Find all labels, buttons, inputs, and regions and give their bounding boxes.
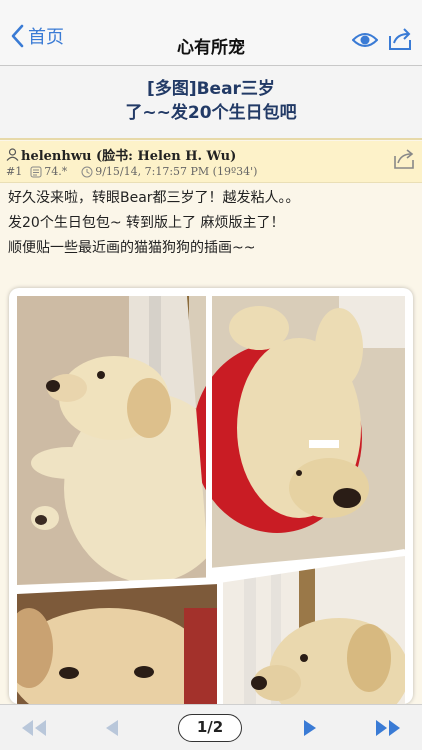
post-sub-row: #1 74.* 9/15/14, 7:17:57 PM (19º34') [6,165,261,178]
last-page-icon[interactable] [374,719,402,737]
post-timestamp: 9/15/14, 7:17:57 PM (19º34') [95,165,258,178]
photo-collage[interactable] [9,288,413,704]
post-line: 好久没来啦，转眼Bear都三岁了！越发粘人。。 [8,190,300,206]
topic-title-line1: [多图]Bear三岁 [147,79,275,99]
share-icon[interactable] [387,26,413,52]
next-page-icon[interactable] [302,719,318,737]
first-page-icon[interactable] [20,719,48,737]
topic-header: [多图]Bear三岁 了~~发20个生日包吧 [0,66,422,140]
dog-photo-2 [187,296,405,568]
post-share-icon[interactable] [392,147,416,171]
bottom-toolbar: 1/2 [0,704,422,750]
navigation-bar: 首页 心有所宠 [0,0,422,66]
clock-icon [81,166,93,177]
floor-number: #1 [6,165,23,178]
collage-image [16,296,406,704]
post-line: 顺便贴一些最近画的猫猫狗狗的插画~~ [8,240,256,256]
post-line: 发20个生日包包~ 转到版上了 麻烦版主了！ [8,215,285,231]
eye-icon[interactable] [352,30,378,50]
previous-page-icon[interactable] [104,719,120,737]
user-icon [6,148,19,161]
ip-address: 74.* [44,165,68,178]
post-body: 好久没来啦，转眼Bear都三岁了！越发粘人。。 发20个生日包包~ 转到版上了 … [8,186,414,261]
author-row[interactable]: helenhwu (脸书: Helen H. Wu) [6,145,236,164]
dog-photo-3 [17,584,219,704]
dog-photo-4 [221,556,405,704]
ip-icon [30,166,42,177]
post-meta: helenhwu (脸书: Helen H. Wu) #1 74.* 9/15/… [0,141,422,183]
page-indicator[interactable]: 1/2 [178,714,242,742]
author-name[interactable]: helenhwu (脸书: Helen H. Wu) [21,145,236,164]
topic-title-line2: 了~~发20个生日包吧 [125,103,297,123]
